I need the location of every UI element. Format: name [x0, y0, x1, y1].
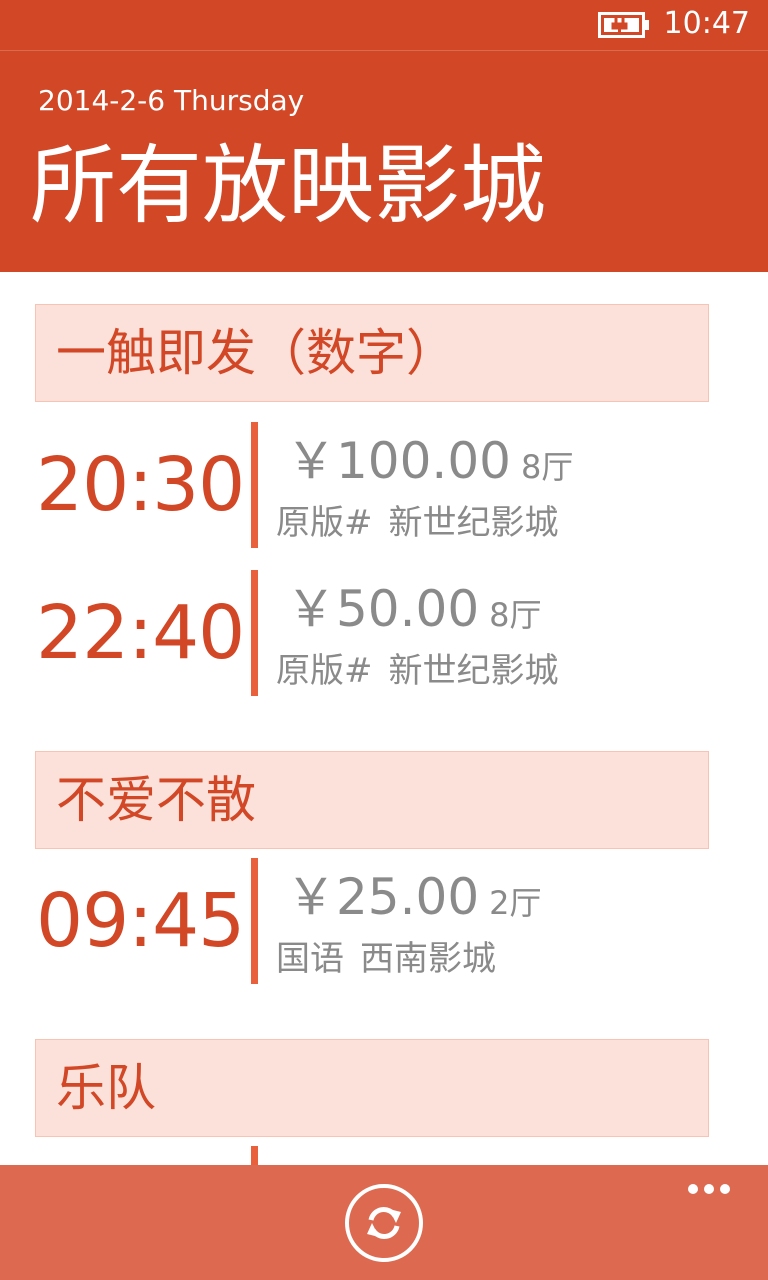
more-options-button[interactable] — [684, 1179, 734, 1199]
page-title: 所有放映影城 — [30, 136, 546, 236]
showtime-list[interactable]: 一触即发（数字） 20:30 ￥100.00 8厅 原版# 新世纪影城 22:40 … — [0, 272, 768, 1165]
cinema-name: 新世纪影城 — [388, 503, 559, 543]
date-label: 2014-2-6 Thursday — [38, 84, 305, 117]
ticket-price: ￥50.00 — [286, 580, 480, 638]
hall-number: 8厅 — [520, 448, 574, 486]
hall-number: 8厅 — [489, 596, 542, 634]
refresh-button[interactable] — [345, 1184, 423, 1262]
showtime-item[interactable]: 22:40 ￥50.00 8厅 原版# 新世纪影城 — [0, 570, 768, 696]
showtime-time: 09:45 — [36, 878, 245, 964]
movie-title: 乐队 — [56, 1059, 156, 1117]
showtime-divider — [251, 1146, 258, 1165]
movie-header[interactable]: 不爱不散 — [35, 751, 709, 849]
version-label: 原版# — [276, 651, 373, 691]
price-row: ￥50.00 8厅 — [286, 576, 542, 642]
ellipsis-icon — [720, 1184, 730, 1194]
ellipsis-icon — [704, 1184, 714, 1194]
ticket-price: ￥25.00 — [286, 868, 480, 926]
showtime-item[interactable]: 20:30 ￥100.00 8厅 原版# 新世纪影城 — [0, 422, 768, 548]
movie-header[interactable]: 乐队 — [35, 1039, 709, 1137]
price-row: ￥25.00 2厅 — [286, 864, 542, 930]
info-row: 原版# 新世纪影城 — [276, 648, 559, 694]
refresh-icon — [367, 1207, 401, 1239]
battery-charging-icon — [598, 12, 649, 38]
movie-title: 一触即发（数字） — [56, 324, 456, 382]
status-bar: 10:47 — [0, 0, 768, 51]
showtime-divider — [251, 570, 258, 696]
ticket-price: ￥100.00 — [286, 432, 511, 490]
clock: 10:47 — [663, 6, 750, 41]
cinema-name: 新世纪影城 — [388, 651, 559, 691]
movie-title: 不爱不散 — [56, 771, 256, 829]
cinema-name: 西南影城 — [360, 939, 496, 979]
ellipsis-icon — [688, 1184, 698, 1194]
price-row: ￥100.00 8厅 — [286, 428, 573, 494]
showtime-divider — [251, 422, 258, 548]
showtime-divider — [251, 858, 258, 984]
info-row: 国语 西南影城 — [276, 936, 496, 982]
info-row: 原版# 新世纪影城 — [276, 500, 559, 546]
movie-header[interactable]: 一触即发（数字） — [35, 304, 709, 402]
showtime-time: 20:30 — [36, 442, 245, 528]
app-bar — [0, 1165, 768, 1280]
showtime-item[interactable]: 09:45 ￥25.00 2厅 国语 西南影城 — [0, 858, 768, 984]
hall-number: 2厅 — [489, 884, 542, 922]
version-label: 原版# — [276, 503, 373, 543]
page-header: 2014-2-6 Thursday 所有放映影城 — [0, 51, 768, 272]
showtime-time: 22:40 — [36, 590, 245, 676]
version-label: 国语 — [276, 939, 344, 979]
